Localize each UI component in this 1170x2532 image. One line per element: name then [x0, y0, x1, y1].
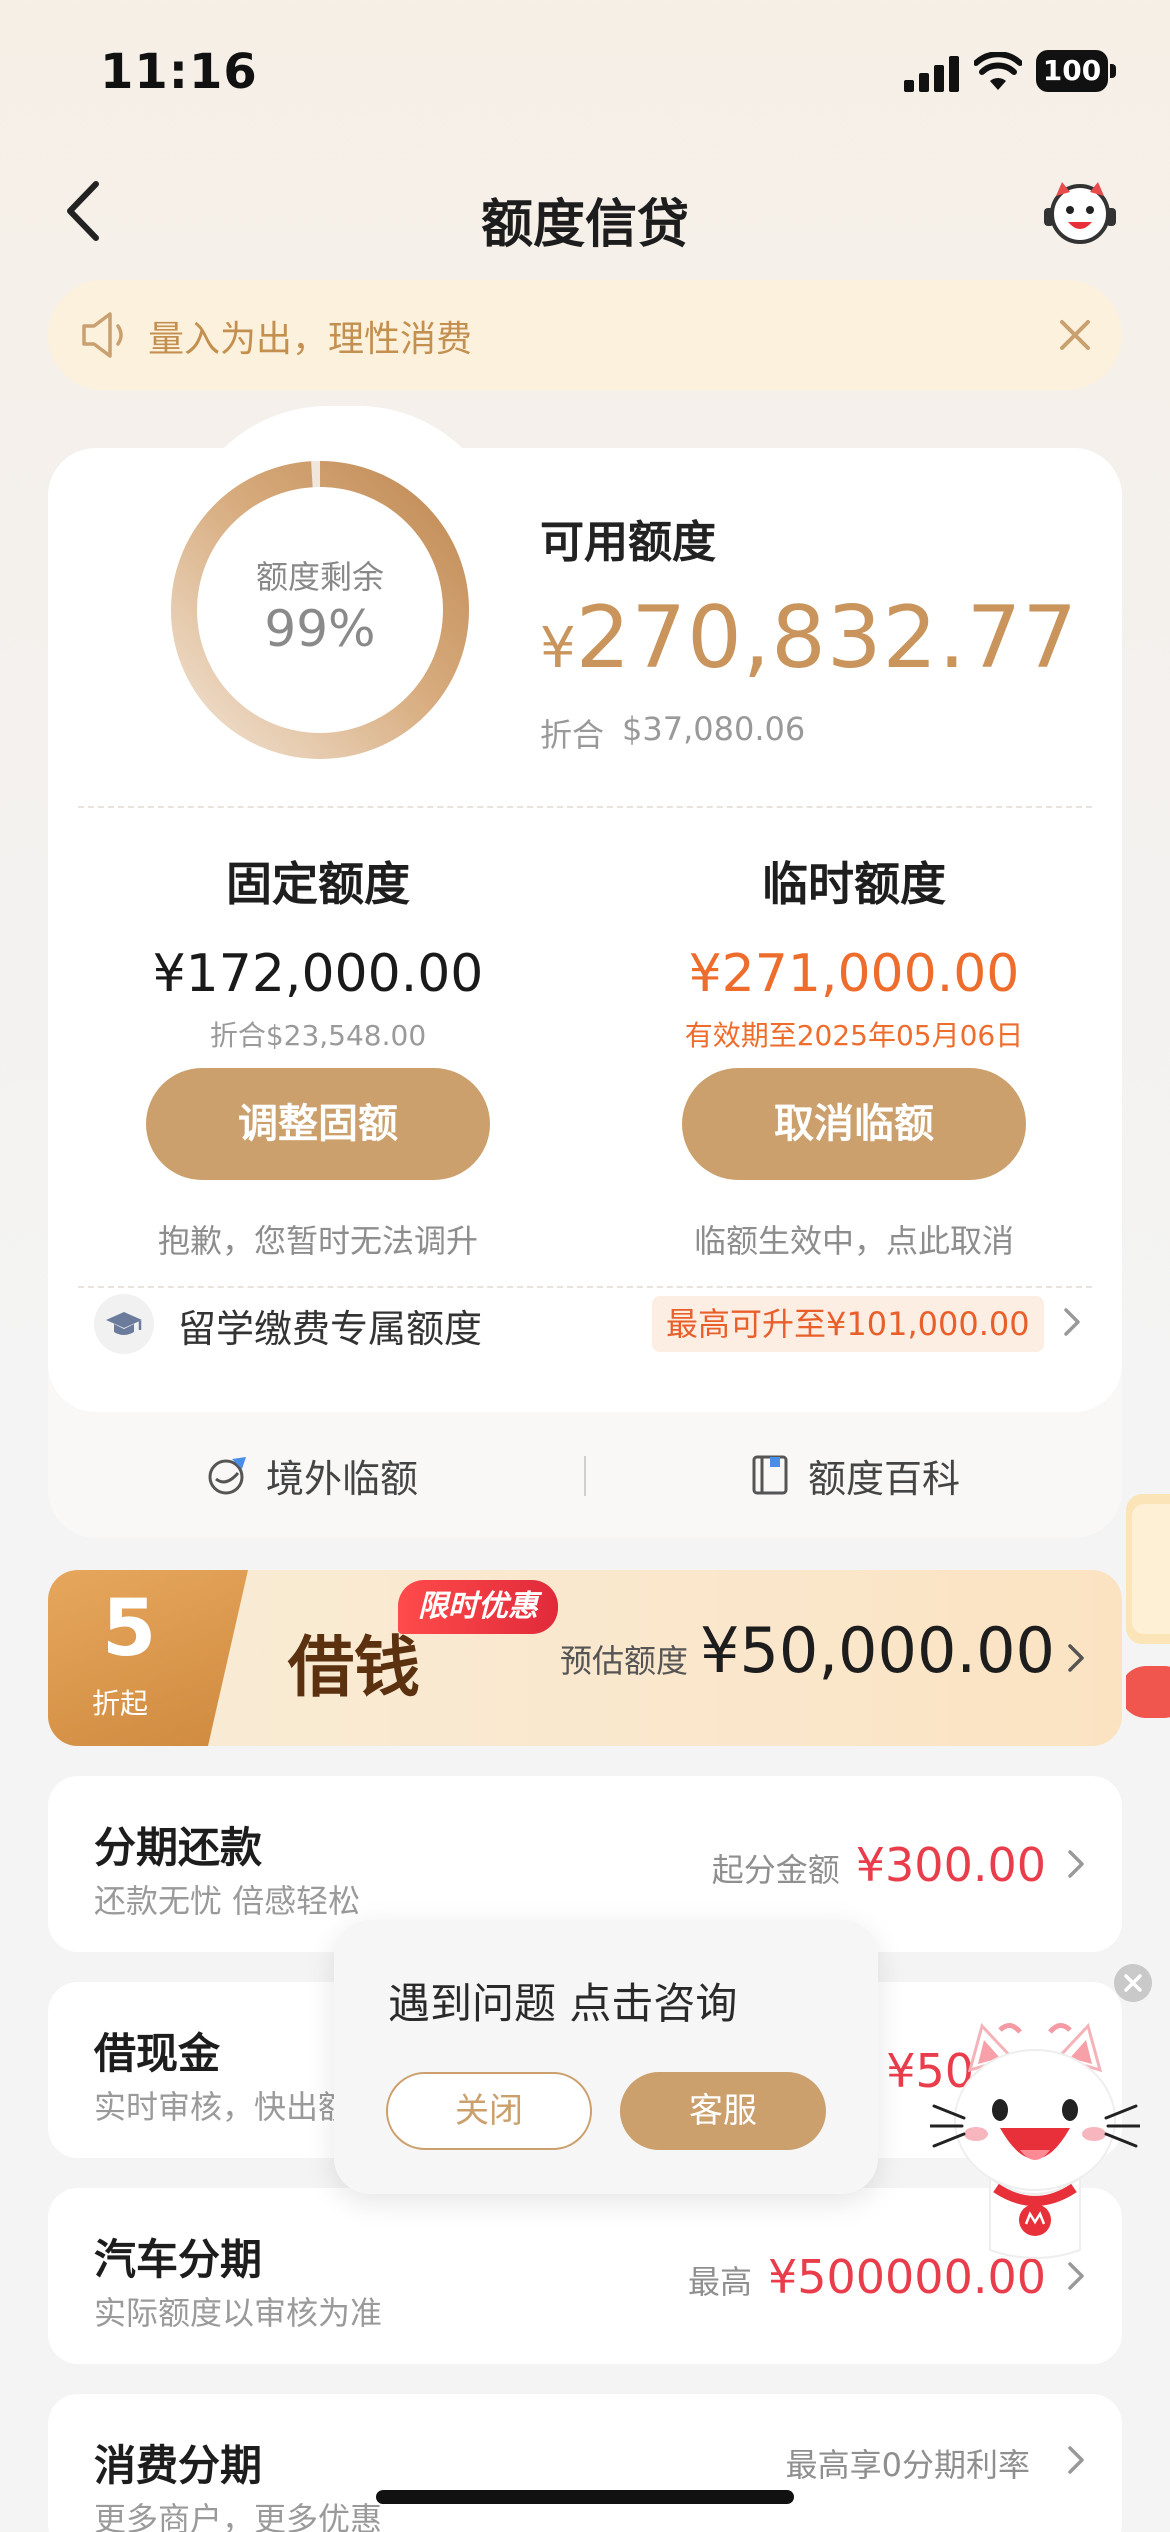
- temp-hint[interactable]: 临额生效中，点此取消: [604, 1216, 1104, 1262]
- mascot-cat-icon[interactable]: [930, 2010, 1140, 2280]
- chevron-right-icon: [1064, 1308, 1080, 1336]
- battery-level: 100: [1036, 50, 1108, 92]
- book-icon: [752, 1455, 788, 1495]
- discount-sub: 折起: [92, 1687, 149, 1720]
- product-right-label: 最高: [687, 2263, 752, 2301]
- ring-label: 额度剩余: [255, 558, 384, 596]
- cellular-signal-icon: [904, 56, 959, 92]
- ring-percent: 99%: [264, 600, 376, 658]
- temp-quota-section: 临时额度 ¥271,000.00 有效期至2025年05月06日 取消临额 临额…: [604, 848, 1104, 1262]
- temp-amount: ¥271,000.00: [688, 944, 1020, 1004]
- usd-value: $37,080.06: [622, 710, 806, 748]
- loan-banner[interactable]: 5 折起 借钱 限时优惠 预估额度 ¥50,000.00: [48, 1570, 1122, 1746]
- estimate-value: ¥50,000.00: [700, 1614, 1055, 1687]
- chevron-right-icon: [1068, 1850, 1084, 1878]
- wifi-icon: [974, 52, 1022, 90]
- close-mascot-icon[interactable]: [1114, 1964, 1152, 2002]
- overseas-temp-quota-link[interactable]: 境外临额: [206, 1412, 418, 1538]
- tools-row: 境外临额 额度百科: [48, 1412, 1122, 1538]
- tool-label: 境外临额: [266, 1456, 419, 1501]
- product-right-label: 最高享0分期利率: [785, 2446, 1030, 2484]
- nav-bar: 额度信贷: [0, 160, 1170, 260]
- fixed-amount: ¥172,000.00: [152, 944, 484, 1004]
- battery-icon: 100: [1036, 50, 1116, 92]
- temp-expiry: 有效期至2025年05月06日: [684, 1019, 1024, 1052]
- product-title: 汽车分期: [94, 2235, 263, 2284]
- credit-card: 额度剩余 99% 可用额度 ¥270,832.77 折合 $37,080.06 …: [48, 406, 1122, 1538]
- credit-summary: 额度剩余 99% 可用额度 ¥270,832.77 折合 $37,080.06 …: [48, 448, 1122, 1412]
- product-subtitle: 实际额度以审核为准: [94, 2294, 383, 2332]
- product-subtitle: 还款无忧 倍感轻松: [94, 1882, 361, 1920]
- tool-label: 额度百科: [808, 1456, 961, 1501]
- fixed-usd: 折合$23,548.00: [209, 1019, 427, 1052]
- temp-title: 临时额度: [762, 857, 946, 911]
- study-abroad-quota-row[interactable]: 留学缴费专属额度 最高可升至¥101,000.00: [48, 1268, 1122, 1378]
- tool-divider: [584, 1456, 586, 1496]
- notice-text: 量入为出，理性消费: [148, 319, 473, 360]
- fixed-quota-section: 固定额度 ¥172,000.00 折合$23,548.00 调整固额 抱歉，您暂…: [68, 848, 568, 1262]
- usd-label: 折合: [540, 716, 605, 754]
- estimate-label: 预估额度: [560, 1642, 689, 1680]
- product-subtitle: 更多商户，更多优惠: [94, 2500, 383, 2532]
- product-right-value: ¥300.00: [855, 1838, 1046, 1892]
- product-card-consumer-installment[interactable]: 消费分期 更多商户，更多优惠 最高享0分期利率: [48, 2394, 1122, 2532]
- chevron-right-icon: [1068, 2446, 1084, 2474]
- product-right: 最高享0分期利率: [786, 2440, 1046, 2486]
- consult-popup: 遇到问题 点击咨询 关闭 客服: [334, 1920, 878, 2194]
- product-title: 消费分期: [94, 2441, 263, 2490]
- available-amount: ¥270,832.77: [540, 588, 1078, 688]
- study-badge: 最高可升至¥101,000.00: [652, 1296, 1044, 1352]
- product-title: 分期还款: [94, 1823, 263, 1872]
- mascot-service-icon[interactable]: [1040, 172, 1120, 252]
- quota-wiki-link[interactable]: 额度百科: [748, 1412, 960, 1538]
- fixed-hint: 抱歉，您暂时无法调升: [157, 1222, 478, 1260]
- graduation-cap-icon: [94, 1294, 154, 1354]
- currency-symbol: ¥: [540, 616, 576, 681]
- divider: [78, 806, 1092, 808]
- product-subtitle: 实时审核，快出额: [94, 2088, 351, 2126]
- product-right: 起分金额 ¥300.00: [712, 1838, 1046, 1892]
- status-bar: 11:16 100: [0, 0, 1170, 150]
- popup-text: 遇到问题 点击咨询: [388, 1979, 738, 2028]
- page-title: 额度信贷: [480, 195, 689, 255]
- speaker-icon: [82, 312, 123, 358]
- close-button[interactable]: 关闭: [386, 2072, 592, 2150]
- limited-offer-tag: 限时优惠: [398, 1580, 558, 1634]
- product-title: 借现金: [94, 2029, 221, 2078]
- cancel-temp-button[interactable]: 取消临额: [682, 1068, 1026, 1180]
- notice-banner: 量入为出，理性消费: [48, 280, 1122, 390]
- home-indicator: [376, 2490, 794, 2504]
- adjust-fixed-button[interactable]: 调整固额: [146, 1068, 490, 1180]
- customer-service-button[interactable]: 客服: [620, 2072, 826, 2150]
- chevron-right-icon: [1068, 1644, 1084, 1672]
- side-promo-tab[interactable]: [1126, 1494, 1170, 1734]
- product-right-label: 起分金额: [711, 1851, 840, 1889]
- close-icon[interactable]: [1048, 308, 1102, 362]
- available-number: 270,832.77: [575, 588, 1079, 688]
- discount-number: 5: [102, 1584, 157, 1674]
- status-time: 11:16: [100, 44, 258, 100]
- available-title: 可用额度: [540, 517, 716, 568]
- globe-plane-icon: [208, 1457, 246, 1495]
- study-label: 留学缴费专属额度: [178, 1307, 483, 1351]
- fixed-title: 固定额度: [226, 857, 410, 911]
